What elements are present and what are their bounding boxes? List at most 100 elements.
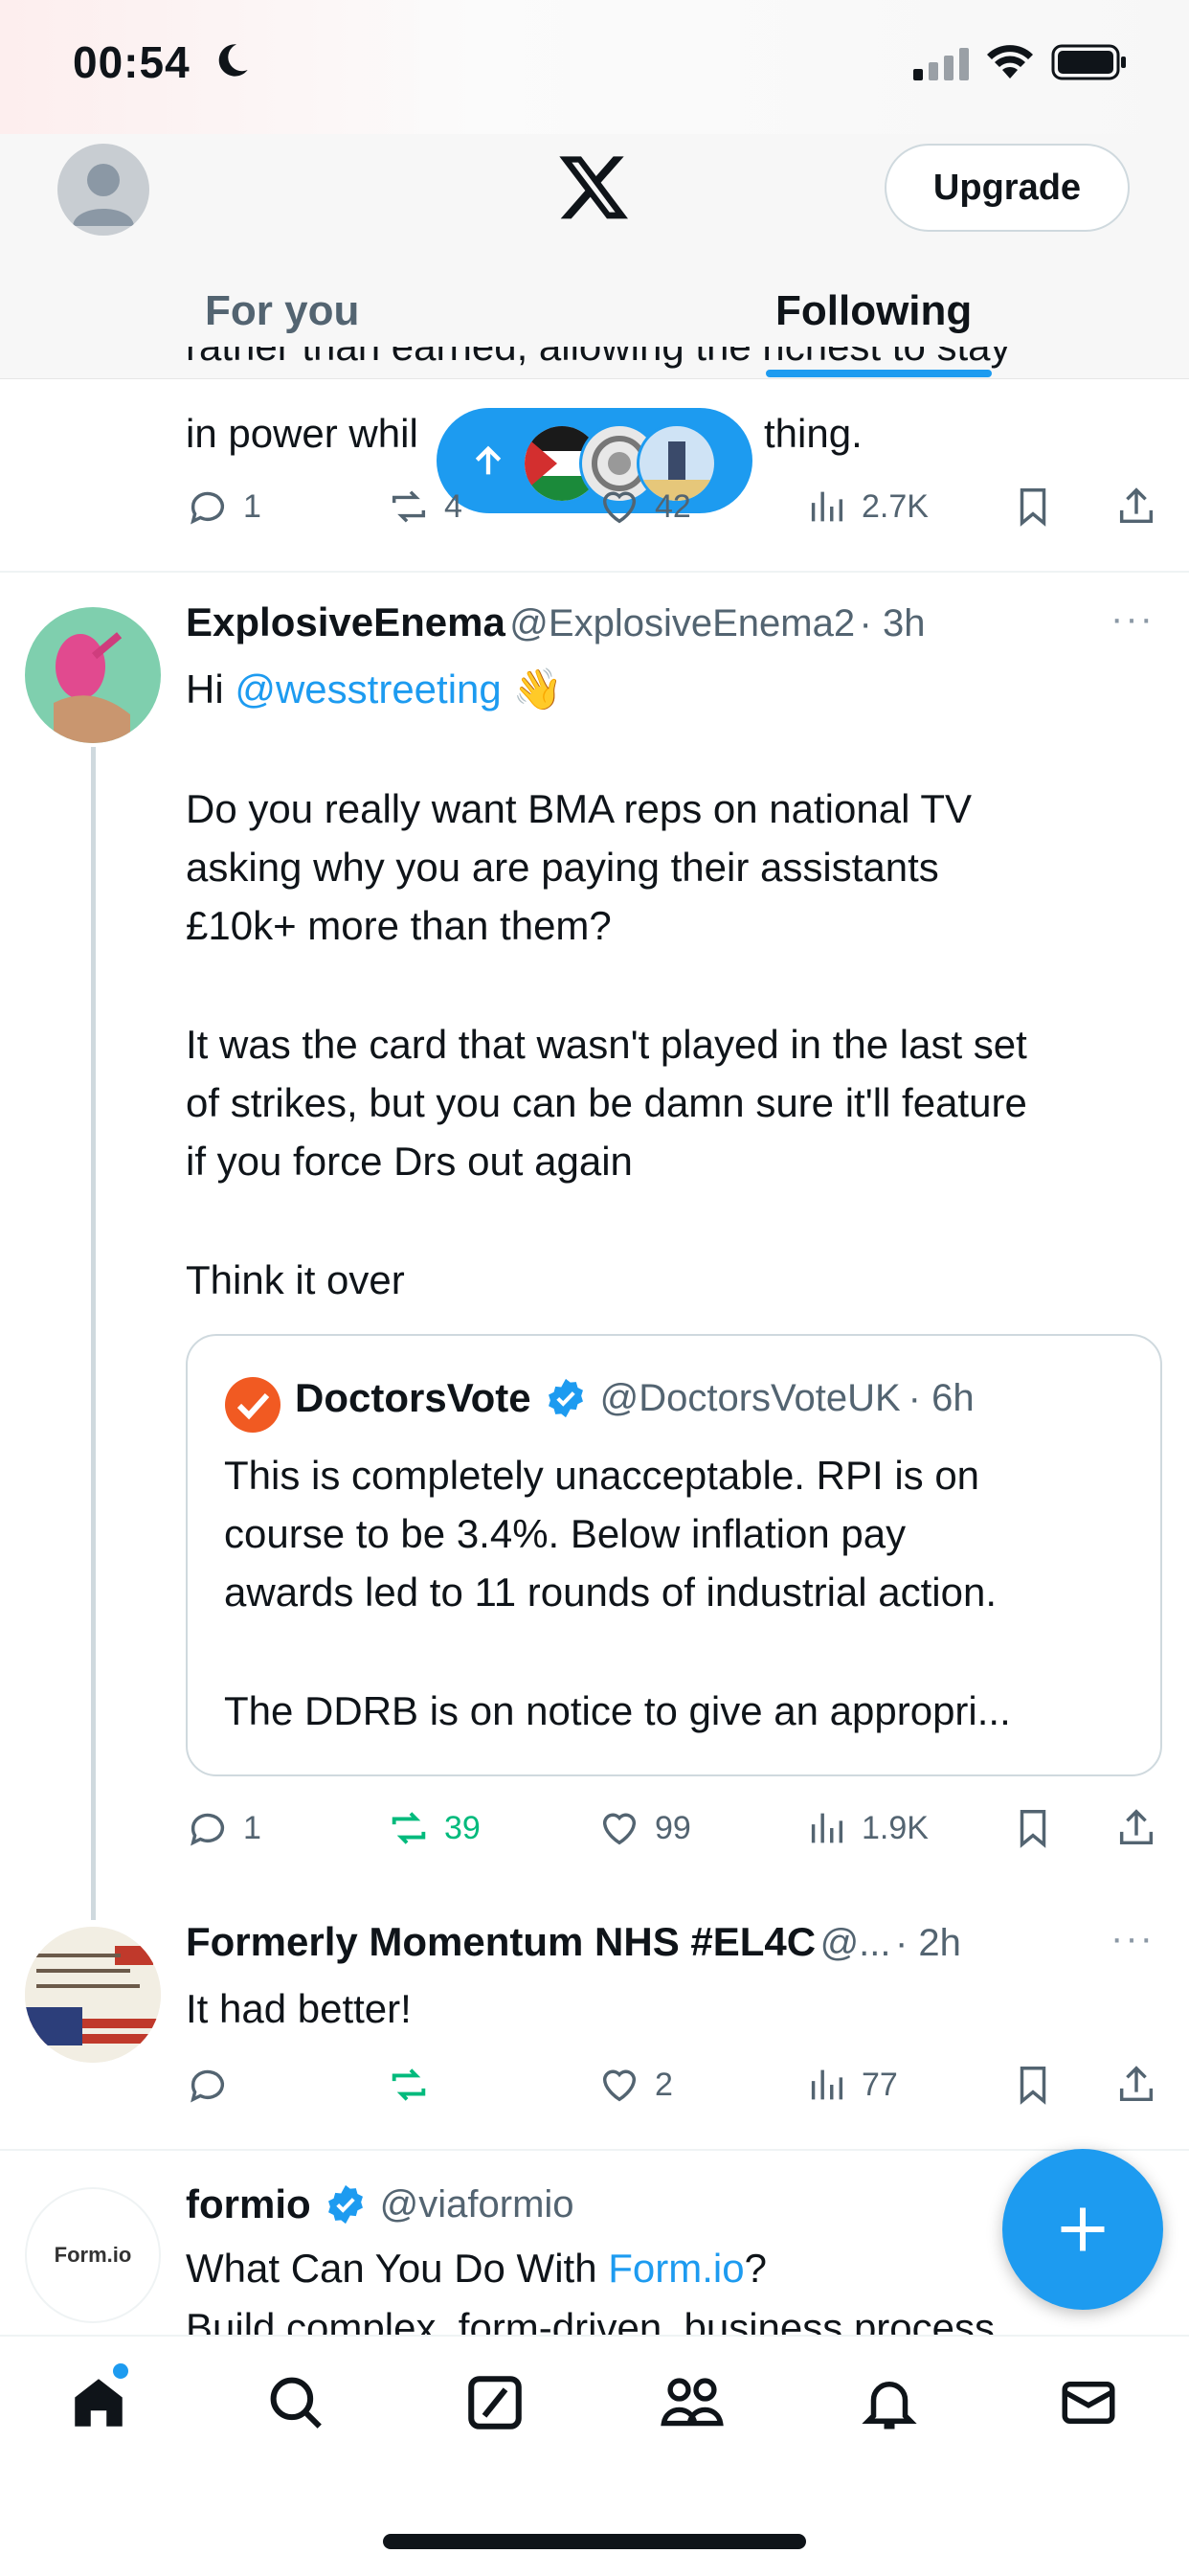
plus-icon <box>1061 2207 1105 2251</box>
like-button[interactable]: 42 <box>597 485 691 529</box>
views-button[interactable]: 2.7K <box>804 485 929 529</box>
author-name[interactable]: formio <box>186 2181 311 2227</box>
more-icon[interactable]: ··· <box>1110 598 1155 641</box>
like-button[interactable]: 99 <box>597 1806 691 1850</box>
repost-icon <box>392 490 426 523</box>
reply-icon <box>191 2069 225 2103</box>
share-icon <box>1119 487 1154 524</box>
author-handle[interactable]: @... <box>820 1922 891 1964</box>
post-paragraph-1: Do you really want BMA reps on national … <box>186 780 972 955</box>
like-button[interactable]: 2 <box>597 2063 673 2107</box>
post-time[interactable]: · 3h <box>860 602 926 644</box>
reply-button[interactable] <box>186 2063 243 2107</box>
thread-line <box>91 747 96 1920</box>
tab-following[interactable]: Following <box>775 287 972 335</box>
post-text-part: What Can You Do With <box>186 2246 609 2291</box>
avatar-logo-text: Form.io <box>54 2243 132 2267</box>
quote-author-name: DoctorsVote <box>295 1375 531 1420</box>
status-time: 00:54 <box>73 37 191 87</box>
like-count: 2 <box>655 2066 673 2103</box>
repost-button[interactable]: 39 <box>387 1806 481 1850</box>
verified-badge-icon <box>327 2184 363 2225</box>
views-button[interactable]: 1.9K <box>804 1806 929 1850</box>
views-icon <box>811 2069 843 2100</box>
notifications-icon[interactable] <box>858 2371 921 2439</box>
quote-line: awards led to 11 rounds of industrial ac… <box>224 1570 998 1615</box>
views-button[interactable]: 77 <box>804 2063 898 2107</box>
post-header: formio @viaformio <box>186 2181 574 2227</box>
author-handle[interactable]: @ExplosiveEnema2 <box>509 602 855 644</box>
grok-icon[interactable] <box>463 2371 527 2439</box>
heart-icon <box>602 2069 637 2102</box>
profile-avatar[interactable] <box>57 144 149 236</box>
repost-button[interactable]: 4 <box>387 485 462 529</box>
author-avatar[interactable] <box>25 607 161 743</box>
share-button[interactable] <box>1114 1806 1172 1850</box>
arrow-up-icon <box>469 442 507 486</box>
author-avatar[interactable] <box>25 1927 161 2063</box>
reply-count: 1 <box>243 487 261 525</box>
share-button[interactable] <box>1114 485 1172 529</box>
quote-time: · 6h <box>908 1376 975 1419</box>
reply-button[interactable]: 1 <box>186 1806 261 1850</box>
battery-icon <box>1051 44 1128 85</box>
post-time[interactable]: · 2h <box>895 1922 961 1964</box>
author-name[interactable]: ExplosiveEnema <box>186 599 505 644</box>
reply-icon <box>191 491 225 525</box>
post-text-part: ? <box>744 2246 767 2291</box>
moon-icon <box>213 40 251 85</box>
repost-count: 39 <box>444 1809 481 1846</box>
bookmark-icon <box>1020 488 1046 527</box>
partial-post-text-clipped: rather than earned, allowing the richest… <box>186 347 1011 379</box>
post-header: Formerly Momentum NHS #EL4C @... · 2h <box>186 1919 961 1965</box>
home-icon[interactable] <box>67 2371 130 2439</box>
person-icon <box>73 164 134 226</box>
post-text-clipped: Build complex, form-driven, business pro… <box>186 2305 996 2335</box>
bookmark-button[interactable] <box>1011 485 1068 529</box>
quote-line-4: The DDRB is on notice to give an appropr… <box>224 1688 1011 1733</box>
reply-icon <box>191 1813 225 1846</box>
search-icon[interactable] <box>264 2371 327 2439</box>
post-line: asking why you are paying their assistan… <box>186 845 939 890</box>
post-line: It was the card that wasn't played in th… <box>186 1022 1027 1067</box>
like-count: 99 <box>655 1809 691 1846</box>
more-icon[interactable]: ··· <box>1110 1917 1155 1960</box>
post-paragraph-3: Think it over <box>186 1257 405 1302</box>
upgrade-button[interactable]: Upgrade <box>885 144 1130 232</box>
share-button[interactable] <box>1114 2063 1172 2107</box>
tab-for-you[interactable]: For you <box>205 287 359 335</box>
link[interactable]: Form.io <box>608 2246 744 2291</box>
avatar-image <box>54 632 130 743</box>
x-logo-icon[interactable] <box>555 148 632 225</box>
repost-icon <box>392 1812 426 1844</box>
share-icon <box>1119 2066 1154 2102</box>
quote-avatar <box>224 1376 281 1438</box>
post-paragraph-2: It was the card that wasn't played in th… <box>186 1015 1027 1190</box>
partial-post-line-2-start: in power whil <box>186 411 418 456</box>
home-indicator <box>383 2534 806 2549</box>
signal-icon <box>913 48 969 85</box>
author-name[interactable]: Formerly Momentum NHS #EL4C <box>186 1919 816 1964</box>
post-header: ExplosiveEnema @ExplosiveEnema2 · 3h <box>186 599 925 645</box>
quote-header: DoctorsVote @DoctorsVoteUK · 6h <box>295 1375 975 1421</box>
wave-emoji: 👋 <box>512 667 563 712</box>
bookmark-button[interactable] <box>1011 1806 1068 1850</box>
communities-icon[interactable] <box>659 2371 726 2439</box>
bookmark-button[interactable] <box>1011 2063 1068 2107</box>
compose-button[interactable] <box>1002 2149 1163 2310</box>
post-text: It had better! <box>186 1986 412 2031</box>
author-handle[interactable]: @viaformio <box>380 2183 574 2226</box>
share-icon <box>1119 1809 1154 1845</box>
mention-link[interactable]: @wesstreeting <box>235 667 501 712</box>
quote-text: This is completely unacceptable. RPI is … <box>224 1446 997 1621</box>
repost-button[interactable] <box>387 2063 444 2107</box>
author-avatar[interactable]: Form.io <box>25 2187 161 2323</box>
post-line: £10k+ more than them? <box>186 903 612 948</box>
reply-button[interactable]: 1 <box>186 485 261 529</box>
partial-post-line-1: rather than earned, allowing the richest… <box>186 347 1011 369</box>
repost-icon <box>392 2068 426 2101</box>
post-line: Do you really want BMA reps on national … <box>186 786 972 831</box>
post-text-greeting: Hi @wesstreeting 👋 <box>186 660 563 718</box>
verified-badge-icon <box>548 1378 583 1418</box>
messages-icon[interactable] <box>1057 2371 1120 2439</box>
